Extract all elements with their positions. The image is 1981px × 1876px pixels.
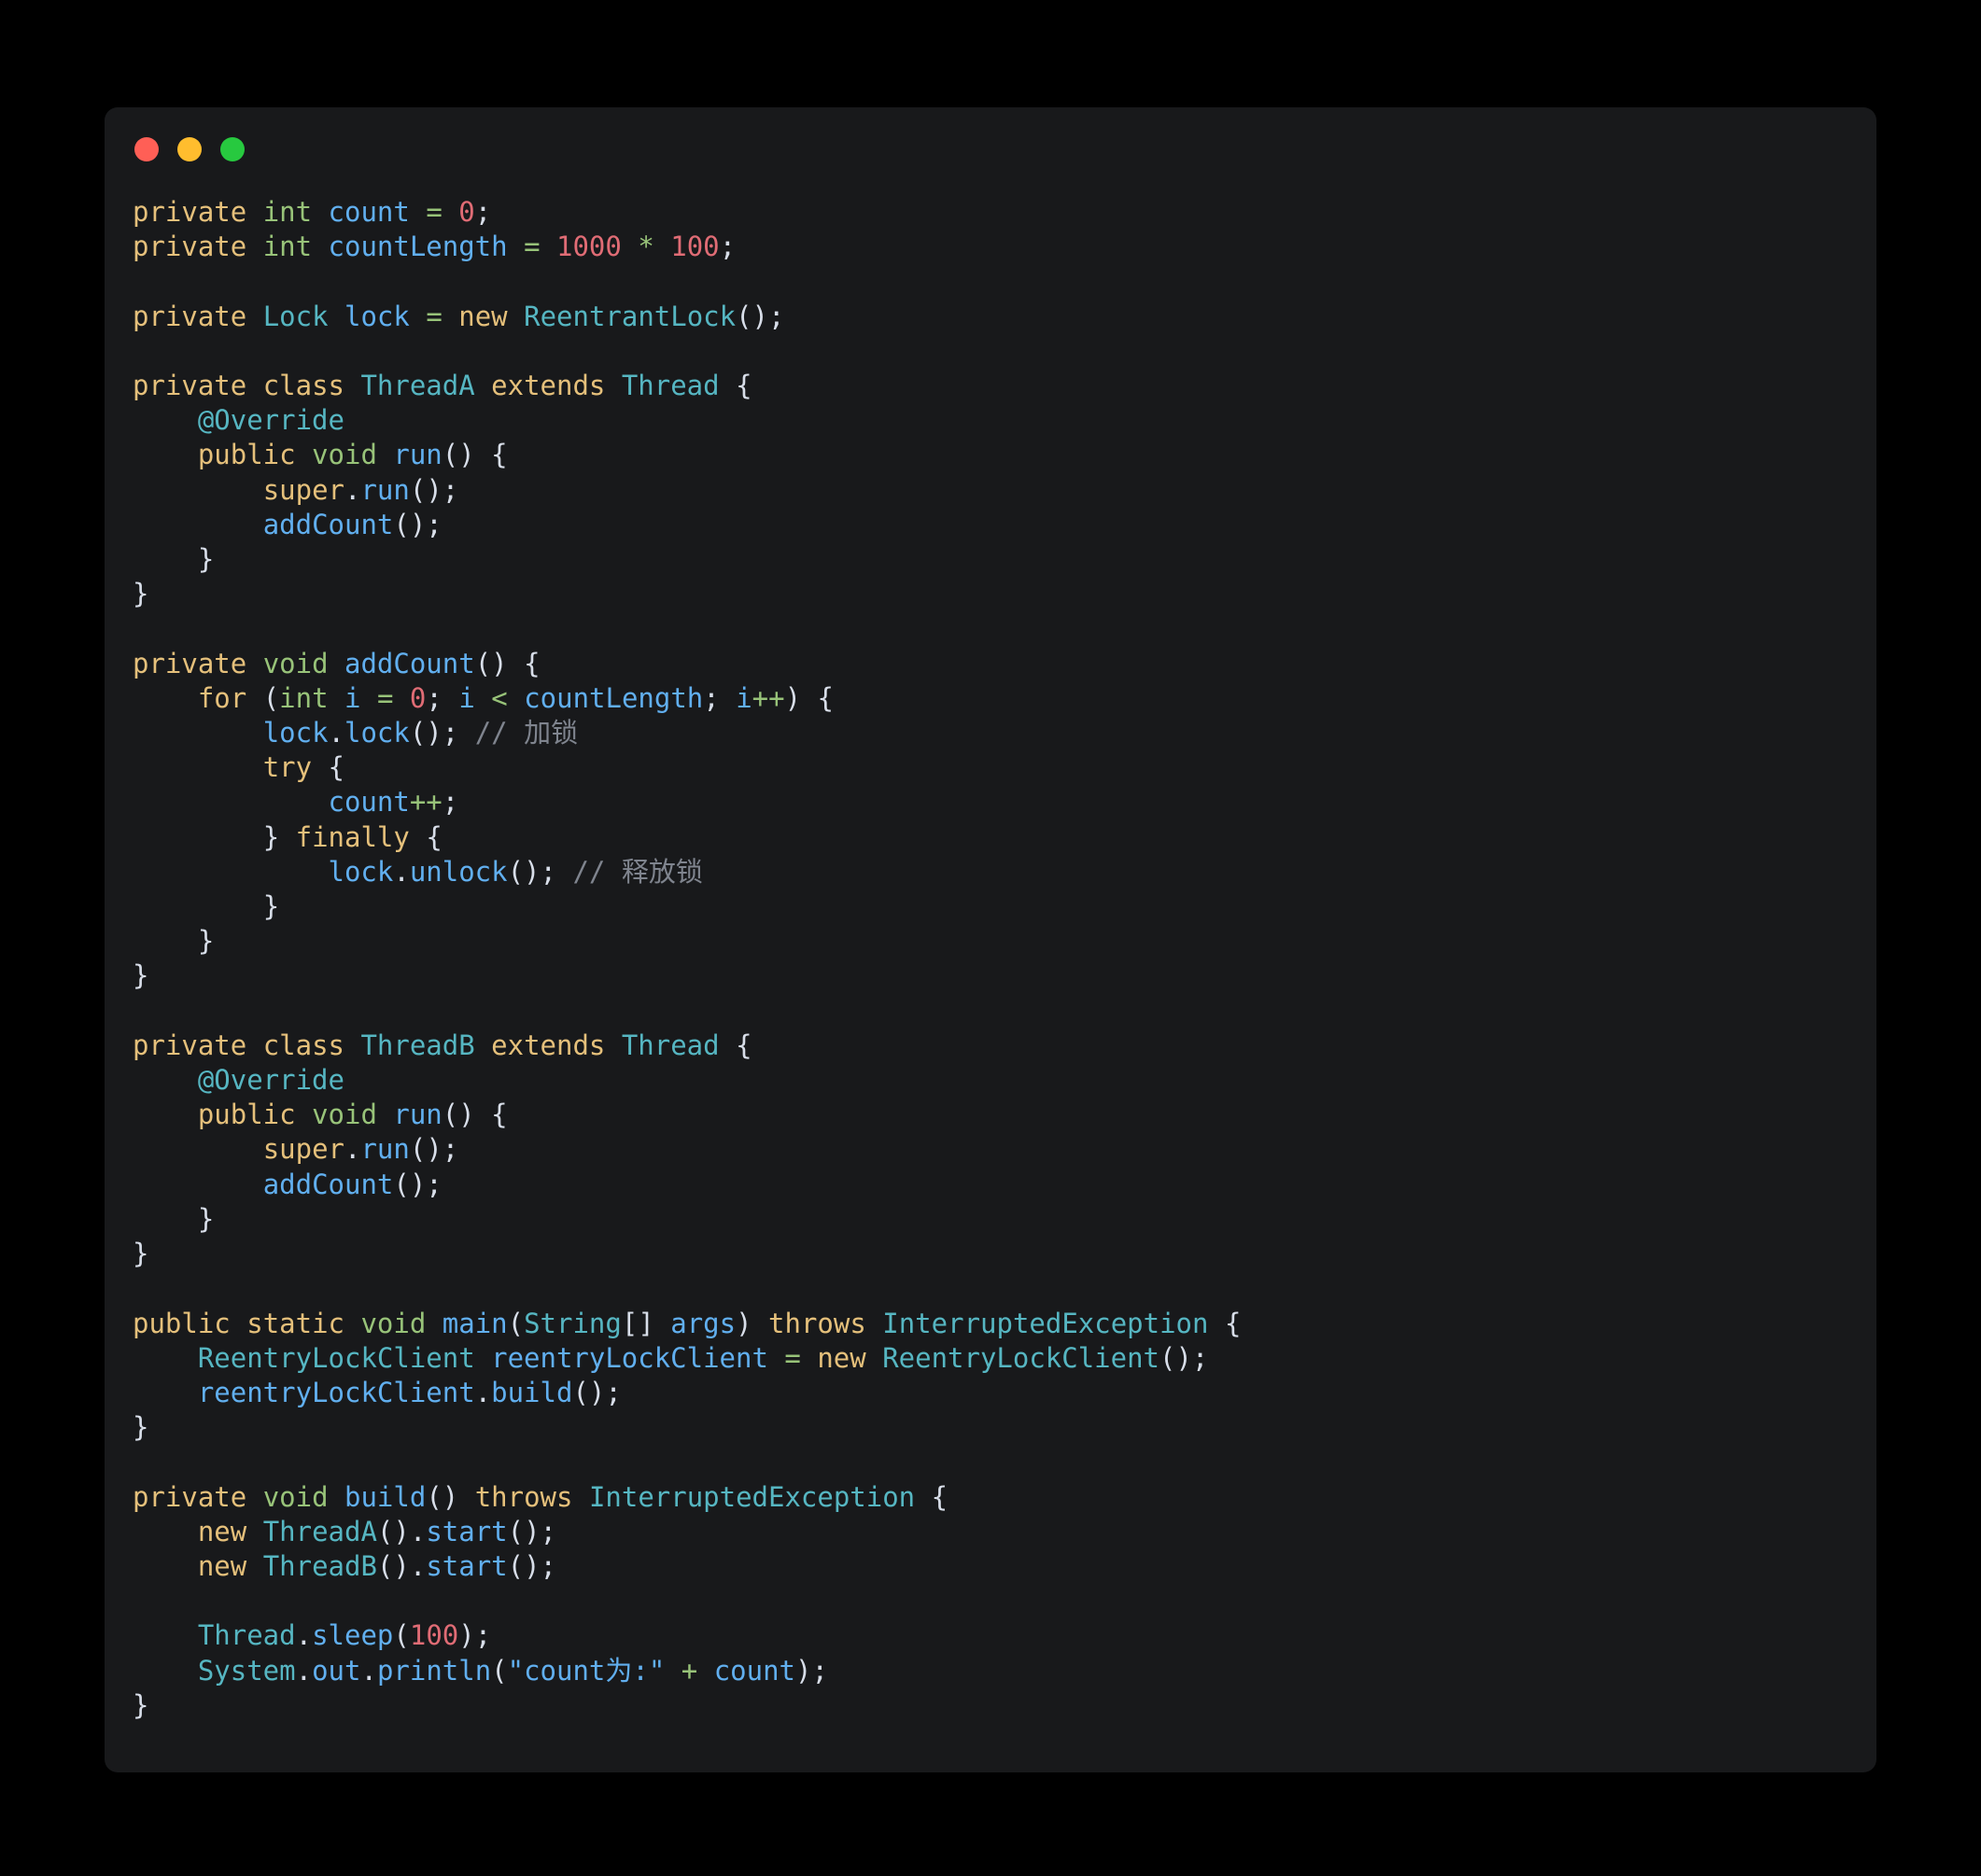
code-line: count++;	[328, 786, 459, 819]
code-line: private void addCount() {	[133, 647, 541, 679]
minimize-button-icon[interactable]	[177, 137, 202, 161]
code-line: private Lock lock = new ReentrantLock();	[133, 300, 785, 332]
code-line: private int count = 0;	[133, 196, 492, 228]
code-line: @Override	[197, 1064, 344, 1097]
code-line: private int countLength = 1000 * 100;	[133, 231, 737, 263]
java-source: private int count = 0; private int countL…	[133, 195, 1839, 1723]
code-line: } finally {	[262, 820, 443, 853]
code-line: new ThreadB().start();	[197, 1549, 557, 1582]
code-line: }	[262, 890, 280, 923]
window-titlebar	[105, 107, 1876, 163]
code-line: }	[197, 925, 215, 958]
code-line: addCount();	[262, 508, 443, 540]
code-line: lock.lock(); // 加锁	[262, 717, 579, 749]
code-line: private class ThreadA extends Thread {	[133, 370, 752, 402]
code-line: private void build() throws InterruptedE…	[133, 1480, 948, 1513]
code-block: private int count = 0; private int countL…	[105, 163, 1876, 1760]
code-line: }	[133, 1688, 149, 1721]
code-line: System.out.println("count为:" + count);	[197, 1654, 828, 1687]
code-line: }	[133, 1238, 149, 1270]
code-line: Thread.sleep(100);	[197, 1619, 492, 1652]
code-line: super.run();	[262, 473, 459, 506]
code-line: lock.unlock(); // 释放锁	[328, 855, 703, 888]
code-line: addCount();	[262, 1168, 443, 1200]
code-line: try {	[262, 751, 345, 784]
code-line: }	[197, 543, 215, 576]
maximize-button-icon[interactable]	[220, 137, 245, 161]
code-line: super.run();	[262, 1133, 459, 1166]
code-line: for (int i = 0; i < countLength; i++) {	[197, 681, 834, 714]
code-line: }	[133, 1411, 149, 1444]
code-line: }	[133, 959, 149, 992]
code-line: ReentryLockClient reentryLockClient = ne…	[197, 1341, 1209, 1374]
code-line: reentryLockClient.build();	[197, 1376, 622, 1408]
code-line: public void run() {	[197, 1099, 508, 1131]
code-line: new ThreadA().start();	[197, 1515, 557, 1547]
code-line: public static void main(String[] args) t…	[133, 1307, 1242, 1339]
code-line: public void run() {	[197, 439, 508, 471]
code-line: }	[133, 578, 149, 610]
code-line: private class ThreadB extends Thread {	[133, 1029, 752, 1061]
code-window: private int count = 0; private int countL…	[105, 107, 1876, 1772]
close-button-icon[interactable]	[134, 137, 159, 161]
code-line: @Override	[197, 404, 344, 437]
code-line: }	[197, 1202, 215, 1235]
